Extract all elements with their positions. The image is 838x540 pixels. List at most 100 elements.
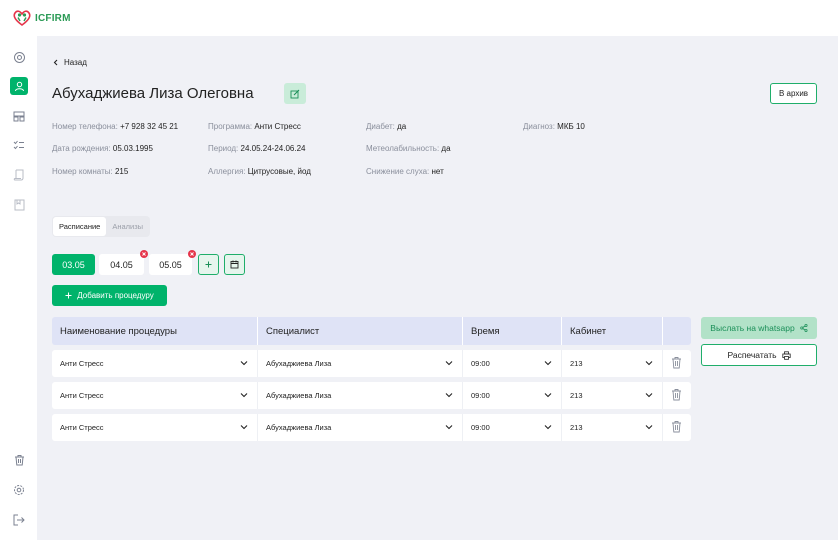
top-bar: ICFIRM [0, 0, 838, 36]
date-chip[interactable]: 04.05 [99, 250, 148, 275]
info-program: Программа: Анти Стресс [208, 122, 301, 131]
info-meteo: Метеолабильность: да [366, 144, 451, 153]
column-header-cabinet: Кабинет [570, 325, 607, 337]
print-label: Распечатать [727, 350, 777, 360]
info-room: Номер комнаты: 215 [52, 167, 128, 176]
time-value: 09:00 [471, 359, 490, 368]
procedure-select[interactable]: Анти Стресс [52, 350, 257, 377]
table-row: Анти Стресс Абухаджиева Лиза 09:00 213 [52, 382, 691, 409]
info-value: 215 [114, 167, 129, 176]
column-header-specialist: Специалист [266, 325, 320, 337]
column-header-procedure: Наименование процедуры [60, 325, 177, 337]
chevron-down-icon [240, 361, 248, 366]
info-label: Диабет: [366, 122, 395, 131]
info-label: Период: [208, 144, 239, 153]
info-value: 05.03.1995 [112, 144, 153, 153]
add-procedure-label: Добавить процедуру [77, 291, 154, 300]
share-icon [799, 324, 808, 332]
chevron-down-icon [240, 425, 248, 430]
delete-row-icon[interactable] [671, 356, 682, 369]
info-value: МКБ 10 [557, 122, 585, 131]
column-divider [662, 317, 663, 345]
scroll-icon [13, 169, 24, 181]
sidebar [0, 36, 37, 540]
date-chip[interactable]: 05.05 [149, 250, 196, 275]
sidebar-item-rooms[interactable] [10, 107, 28, 125]
procedure-select[interactable]: Анти Стресс [52, 414, 257, 441]
specialist-select[interactable]: Абухаджиева Лиза [258, 414, 462, 441]
main-content: Назад Абухаджиева Лиза Олеговна В архив … [37, 36, 838, 540]
cabinet-value: 213 [570, 359, 583, 368]
date-chip-label: 05.05 [159, 259, 182, 270]
sidebar-item-settings[interactable] [10, 481, 28, 499]
tab-schedule[interactable]: Расписание [53, 217, 107, 236]
tab-analyses[interactable]: Анализы [106, 217, 149, 236]
cabinet-value: 213 [570, 391, 583, 400]
print-button[interactable]: Распечатать [701, 344, 817, 366]
book-icon [14, 199, 24, 211]
info-phone: Номер телефона: +7 928 32 45 21 [52, 122, 178, 131]
sidebar-item-trash[interactable] [10, 451, 28, 469]
archive-button[interactable]: В архив [770, 83, 817, 104]
procedure-value: Анти Стресс [60, 391, 104, 400]
chevron-down-icon [445, 393, 453, 398]
sidebar-item-book[interactable] [10, 196, 28, 214]
info-label: Диагноз: [523, 122, 555, 131]
chevron-down-icon [645, 425, 653, 430]
info-label: Снижение слуха: [366, 167, 430, 176]
sidebar-item-patients[interactable] [10, 77, 28, 95]
rooms-icon [13, 111, 25, 121]
info-value: 24.05.24-24.06.24 [240, 144, 306, 153]
row-divider [662, 382, 663, 409]
edit-patient-button[interactable] [284, 83, 306, 104]
info-period: Период: 24.05.24-24.06.24 [208, 144, 305, 153]
calendar-icon [230, 260, 239, 269]
chevron-down-icon [645, 361, 653, 366]
sidebar-item-documents[interactable] [10, 166, 28, 184]
time-value: 09:00 [471, 391, 490, 400]
remove-date-button[interactable] [140, 250, 148, 258]
send-whatsapp-button[interactable]: Выслать на whatsapp [701, 317, 817, 339]
calendar-button[interactable] [224, 254, 245, 275]
specialist-value: Абухаджиева Лиза [266, 391, 332, 400]
table-row: Анти Стресс Абухаджиева Лиза 09:00 213 [52, 414, 691, 441]
sidebar-item-target[interactable] [10, 48, 28, 66]
specialist-select[interactable]: Абухаджиева Лиза [258, 350, 462, 377]
trash-icon [14, 455, 24, 466]
sidebar-item-checklist[interactable] [10, 136, 28, 154]
date-chip[interactable]: 03.05 [52, 254, 95, 275]
delete-row-icon[interactable] [671, 420, 682, 433]
chevron-down-icon [445, 425, 453, 430]
info-value: да [397, 122, 407, 131]
procedure-select[interactable]: Анти Стресс [52, 382, 257, 409]
delete-row-icon[interactable] [671, 388, 682, 401]
chevron-down-icon [240, 393, 248, 398]
procedure-value: Анти Стресс [60, 423, 104, 432]
tabs: Расписание Анализы [52, 216, 151, 237]
row-divider [662, 350, 663, 377]
time-value: 09:00 [471, 423, 490, 432]
remove-date-button[interactable] [188, 250, 196, 258]
printer-icon [781, 350, 791, 360]
info-diagnosis: Диагноз: МКБ 10 [523, 122, 585, 131]
target-icon [13, 51, 25, 63]
back-label: Назад [64, 58, 87, 67]
app-logo[interactable]: ICFIRM [12, 8, 71, 28]
specialist-select[interactable]: Абухаджиева Лиза [258, 382, 462, 409]
back-link[interactable]: Назад [53, 58, 87, 67]
cabinet-value: 213 [570, 423, 583, 432]
checklist-icon [13, 140, 24, 149]
chevron-down-icon [645, 393, 653, 398]
info-birthdate: Дата рождения: 05.03.1995 [52, 144, 153, 153]
info-value: Анти Стресс [254, 122, 301, 131]
row-divider [662, 414, 663, 441]
info-label: Аллергия: [208, 167, 246, 176]
info-allergy: Аллергия: Цитрусовые, йод [208, 167, 311, 176]
chevron-left-icon [53, 59, 58, 66]
sidebar-item-logout[interactable] [10, 511, 28, 529]
add-procedure-button[interactable]: Добавить процедуру [52, 285, 167, 306]
chevron-down-icon [445, 361, 453, 366]
add-date-button[interactable] [198, 254, 219, 275]
info-label: Номер комнаты: [52, 167, 113, 176]
info-value: нет [431, 167, 444, 176]
